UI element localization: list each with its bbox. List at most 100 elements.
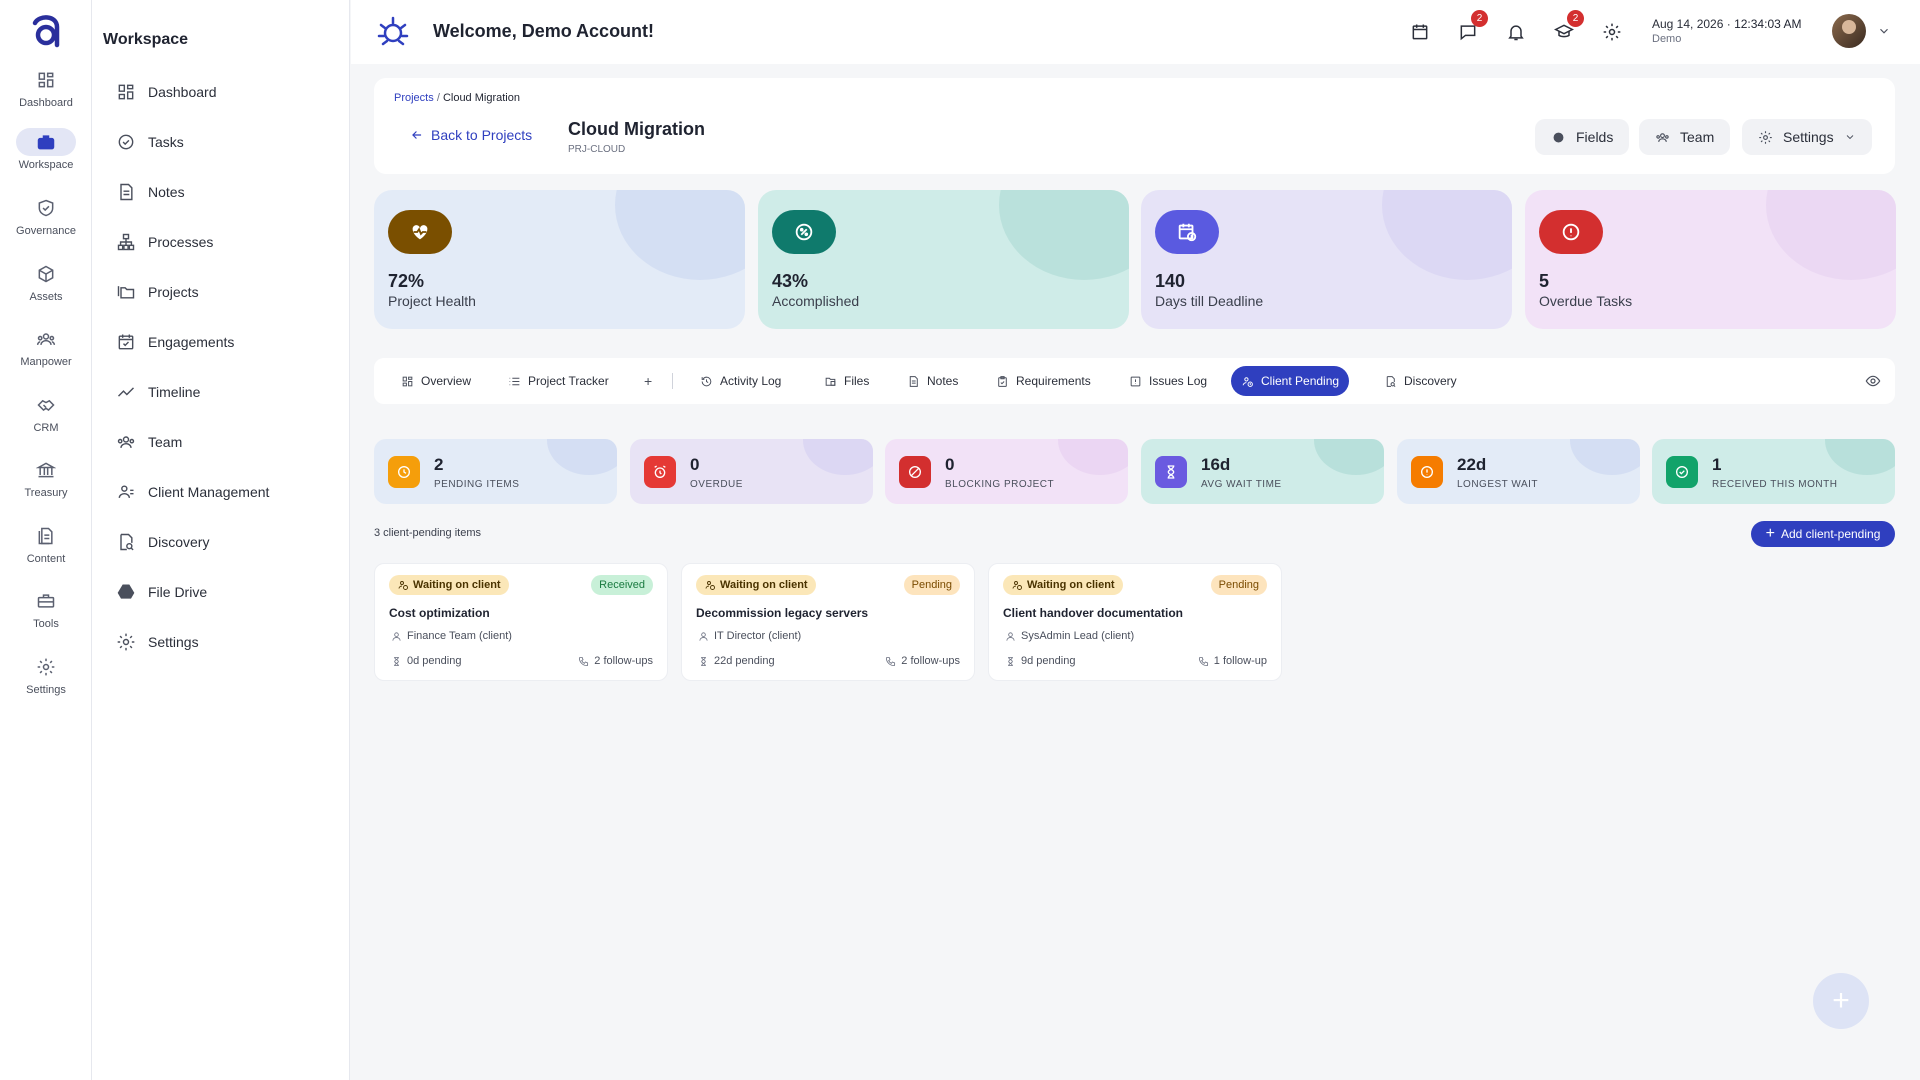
- learning-button[interactable]: 2: [1552, 10, 1584, 44]
- card-title: Client handover documentation: [1003, 606, 1184, 620]
- phone-icon: [886, 656, 896, 666]
- card-decoration: [1570, 439, 1640, 475]
- status-badge: Pending: [903, 575, 960, 595]
- rail-item-settings[interactable]: Settings: [0, 653, 92, 709]
- sidebar-item-timeline[interactable]: Timeline: [116, 379, 200, 405]
- client-icon: [118, 485, 134, 498]
- tab-overview[interactable]: Overview: [391, 366, 481, 396]
- sidebar-item-label: Dashboard: [148, 84, 217, 100]
- toolbox-icon: [37, 594, 55, 608]
- rail-item-assets[interactable]: Assets: [0, 260, 92, 316]
- files-icon: [825, 377, 836, 386]
- calendar-button[interactable]: [1408, 20, 1432, 44]
- back-to-projects-link[interactable]: Back to Projects: [410, 127, 532, 143]
- sidebar-item-client-management[interactable]: Client Management: [116, 479, 269, 505]
- tab-project-tracker[interactable]: Project Tracker: [498, 366, 619, 396]
- rail-label: Dashboard: [19, 97, 73, 109]
- sidebar-item-label: Tasks: [148, 134, 184, 150]
- rail-label: CRM: [33, 422, 59, 434]
- waiting-label: Waiting on client: [1027, 579, 1115, 591]
- stat-icon-wrap: [772, 210, 836, 254]
- client-pending-card[interactable]: Waiting on client Pending Client handove…: [988, 563, 1282, 681]
- sidebar-item-settings[interactable]: Settings: [116, 629, 199, 655]
- rail-label: Settings: [26, 684, 66, 696]
- check-circle-icon: [118, 134, 134, 150]
- sidebar-item-label: Settings: [148, 634, 199, 650]
- fields-label: Fields: [1576, 129, 1614, 145]
- chevron-down-icon: [1846, 135, 1853, 140]
- messages-badge: 2: [1471, 10, 1488, 27]
- waiting-chip: Waiting on client: [696, 575, 816, 595]
- rail-item-tools[interactable]: Tools: [0, 587, 92, 643]
- mini-stat-label: PENDING ITEMS: [434, 479, 520, 490]
- mini-stat-label: RECEIVED THIS MONTH: [1712, 479, 1838, 490]
- stat-card-days-till-deadline: 140 Days till Deadline: [1141, 190, 1512, 329]
- sidebar-item-label: File Drive: [148, 584, 208, 600]
- tab-label: Activity Log: [720, 374, 782, 388]
- stat-value: 43%: [772, 271, 809, 291]
- back-label: Back to Projects: [431, 127, 533, 143]
- mini-stat-value: 16d: [1201, 455, 1231, 474]
- sidebar-item-engagements[interactable]: Engagements: [116, 329, 234, 355]
- rail-label: Content: [26, 553, 66, 565]
- client-pending-card[interactable]: Waiting on client Received Cost optimiza…: [374, 563, 668, 681]
- rail-item-treasury[interactable]: Treasury: [0, 456, 92, 512]
- rail-label: Tools: [33, 618, 59, 630]
- sidebar-item-tasks[interactable]: Tasks: [116, 129, 184, 155]
- rail-item-crm[interactable]: CRM: [0, 391, 92, 447]
- tab-files[interactable]: Files: [814, 366, 879, 396]
- client-pending-card[interactable]: Waiting on client Pending Decommission l…: [681, 563, 975, 681]
- person-icon: [392, 631, 401, 641]
- eye-icon[interactable]: [1865, 373, 1881, 389]
- tab-requirements[interactable]: Requirements: [986, 366, 1101, 396]
- settings-menu-button[interactable]: Settings: [1742, 119, 1872, 155]
- project-code: PRJ-CLOUD: [568, 144, 626, 155]
- stat-label: Days till Deadline: [1155, 293, 1264, 309]
- waiting-chip: Waiting on client: [389, 575, 509, 595]
- rail-item-manpower[interactable]: Manpower: [0, 325, 92, 381]
- avatar[interactable]: [1832, 14, 1866, 48]
- sidebar-item-processes[interactable]: Processes: [116, 229, 213, 255]
- tab-activity-log[interactable]: Activity Log: [690, 366, 791, 396]
- pending-row: 0d pending: [391, 655, 461, 667]
- card-decoration: [803, 439, 873, 475]
- rail-item-workspace[interactable]: Workspace: [0, 128, 92, 184]
- sidebar-item-notes[interactable]: Notes: [116, 179, 185, 205]
- tab-notes[interactable]: Notes: [897, 366, 968, 396]
- fields-button[interactable]: Fields: [1535, 119, 1630, 155]
- owner: IT Director (client): [714, 630, 802, 642]
- settings-button[interactable]: [1600, 20, 1624, 44]
- team-button[interactable]: Team: [1639, 119, 1731, 155]
- rail-item-governance[interactable]: Governance: [0, 194, 92, 250]
- mini-icon-wrap: [899, 456, 931, 488]
- stat-card-overdue-tasks: 5 Overdue Tasks: [1525, 190, 1896, 329]
- breadcrumb-projects[interactable]: Projects: [394, 92, 434, 104]
- owner-row: IT Director (client): [698, 630, 801, 642]
- top-bar: Welcome, Demo Account! 2 2 Aug 14, 2026 …: [351, 0, 1920, 64]
- mini-stat-label: BLOCKING PROJECT: [945, 479, 1055, 490]
- owner-row: SysAdmin Lead (client): [1005, 630, 1134, 642]
- sidebar-item-team[interactable]: Team: [116, 429, 182, 455]
- rail-item-content[interactable]: Content: [0, 522, 92, 578]
- chevron-down-icon[interactable]: [1877, 24, 1891, 38]
- sidebar-item-discovery[interactable]: Discovery: [116, 529, 209, 555]
- sidebar-item-label: Notes: [148, 184, 185, 200]
- rail-label: Manpower: [20, 356, 72, 368]
- tab-client-pending[interactable]: Client Pending: [1231, 366, 1350, 396]
- shield-icon: [38, 199, 54, 217]
- cube-icon: [38, 265, 54, 283]
- rail-item-dashboard[interactable]: Dashboard: [0, 66, 92, 122]
- tab-discovery[interactable]: Discovery: [1374, 366, 1467, 396]
- hourglass-icon: [701, 656, 706, 666]
- add-tab-button[interactable]: +: [634, 366, 662, 396]
- add-client-pending-button[interactable]: + Add client-pending: [1751, 521, 1895, 547]
- sidebar-item-dashboard[interactable]: Dashboard: [116, 79, 217, 105]
- mini-stat-value: 22d: [1457, 455, 1487, 474]
- sidebar-item-file-drive[interactable]: File Drive: [116, 579, 207, 605]
- floating-add-button[interactable]: +: [1813, 973, 1869, 1029]
- tab-issues-log[interactable]: Issues Log: [1119, 366, 1217, 396]
- sidebar-item-projects[interactable]: Projects: [116, 279, 199, 305]
- messages-button[interactable]: 2: [1456, 10, 1488, 44]
- notifications-button[interactable]: [1504, 20, 1528, 44]
- app-logo-icon[interactable]: [27, 11, 65, 49]
